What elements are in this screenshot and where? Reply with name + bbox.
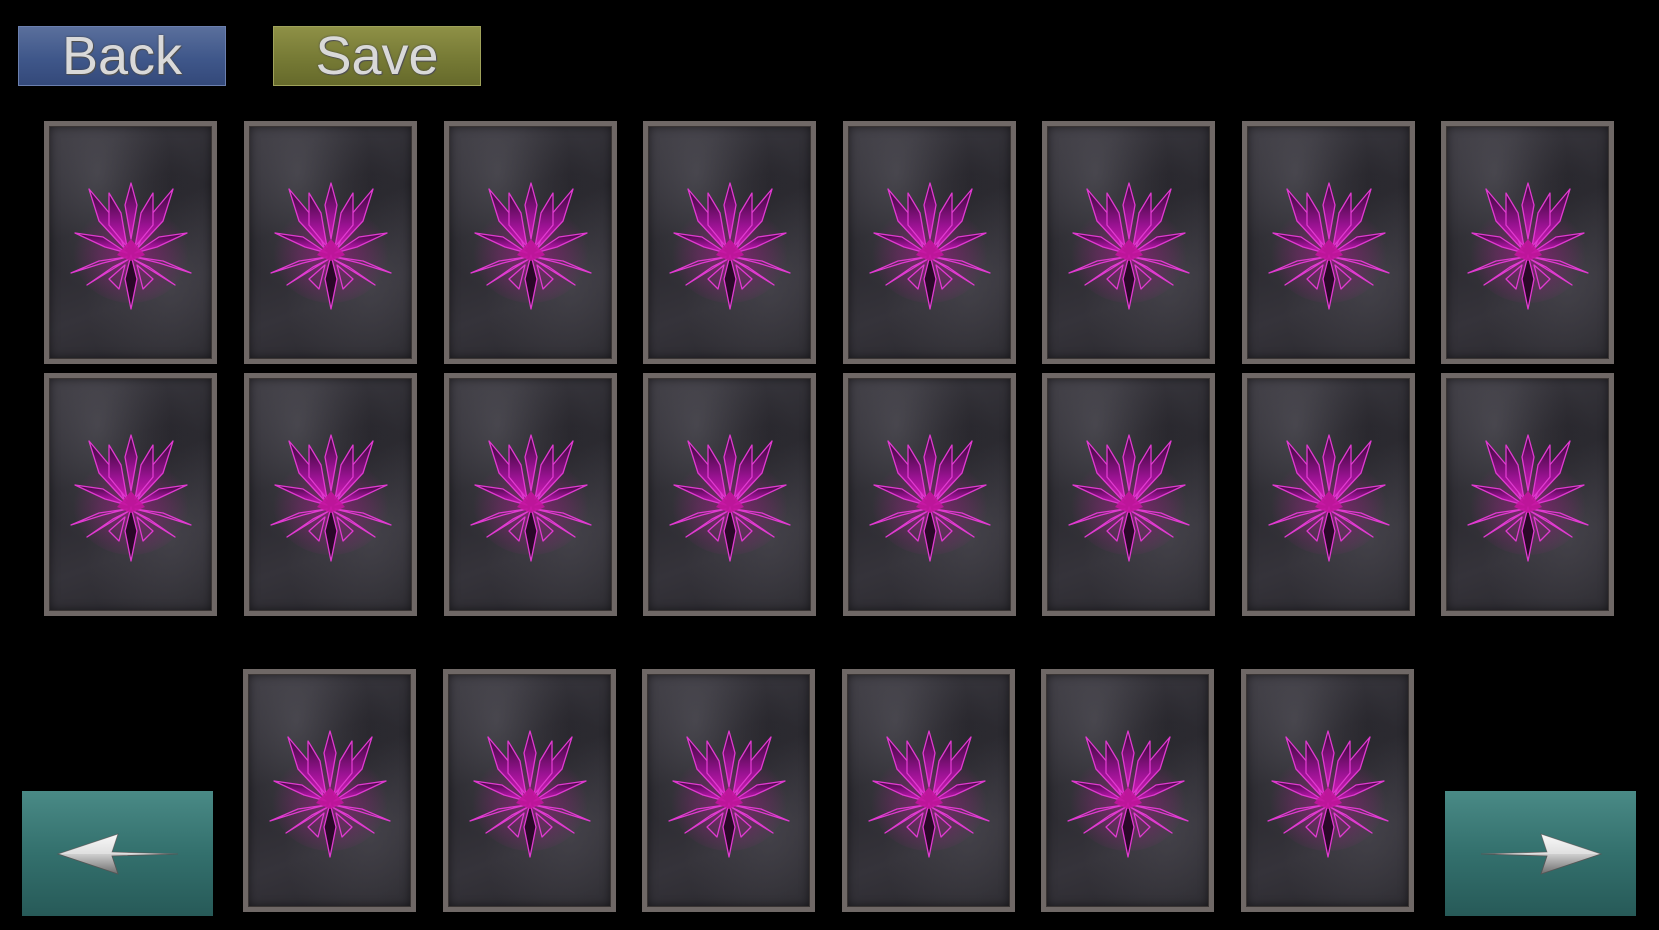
card-emblem-icon xyxy=(1066,729,1189,858)
card-emblem-icon xyxy=(668,181,791,310)
deck-card[interactable] xyxy=(44,373,217,616)
card-emblem-icon xyxy=(1466,433,1589,562)
deck-card[interactable] xyxy=(843,121,1016,364)
deck-card[interactable] xyxy=(1242,121,1415,364)
card-emblem-icon xyxy=(1267,181,1390,310)
deck-card[interactable] xyxy=(1042,121,1215,364)
hand-card[interactable] xyxy=(443,669,616,912)
card-emblem-icon xyxy=(1067,433,1190,562)
card-emblem-icon xyxy=(469,181,592,310)
deck-card[interactable] xyxy=(843,373,1016,616)
deck-screen: Back Save xyxy=(0,0,1659,930)
card-emblem-icon xyxy=(667,729,790,858)
arrow-right-icon xyxy=(1480,832,1602,875)
save-button[interactable]: Save xyxy=(273,26,481,86)
hand-card[interactable] xyxy=(1041,669,1214,912)
card-emblem-icon xyxy=(668,433,791,562)
back-button[interactable]: Back xyxy=(18,26,226,86)
deck-card[interactable] xyxy=(444,373,617,616)
deck-card[interactable] xyxy=(44,121,217,364)
card-emblem-icon xyxy=(868,433,991,562)
card-emblem-icon xyxy=(69,433,192,562)
card-emblem-icon xyxy=(69,181,192,310)
deck-card[interactable] xyxy=(1042,373,1215,616)
card-emblem-icon xyxy=(868,181,991,310)
hand-card[interactable] xyxy=(842,669,1015,912)
card-emblem-icon xyxy=(1267,433,1390,562)
previous-page-button[interactable] xyxy=(22,791,213,916)
hand-card[interactable] xyxy=(642,669,815,912)
card-emblem-icon xyxy=(469,433,592,562)
card-emblem-icon xyxy=(867,729,990,858)
next-page-button[interactable] xyxy=(1445,791,1636,916)
deck-card[interactable] xyxy=(444,121,617,364)
card-emblem-icon xyxy=(268,729,391,858)
hand-card[interactable] xyxy=(1241,669,1414,912)
card-emblem-icon xyxy=(269,433,392,562)
card-emblem-icon xyxy=(1067,181,1190,310)
hand-card[interactable] xyxy=(243,669,416,912)
card-emblem-icon xyxy=(1266,729,1389,858)
deck-card[interactable] xyxy=(643,121,816,364)
card-emblem-icon xyxy=(468,729,591,858)
card-emblem-icon xyxy=(269,181,392,310)
deck-card[interactable] xyxy=(244,373,417,616)
deck-card[interactable] xyxy=(244,121,417,364)
deck-card[interactable] xyxy=(1441,121,1614,364)
deck-card[interactable] xyxy=(1441,373,1614,616)
deck-card[interactable] xyxy=(643,373,816,616)
card-emblem-icon xyxy=(1466,181,1589,310)
arrow-left-icon xyxy=(56,832,178,875)
deck-card[interactable] xyxy=(1242,373,1415,616)
